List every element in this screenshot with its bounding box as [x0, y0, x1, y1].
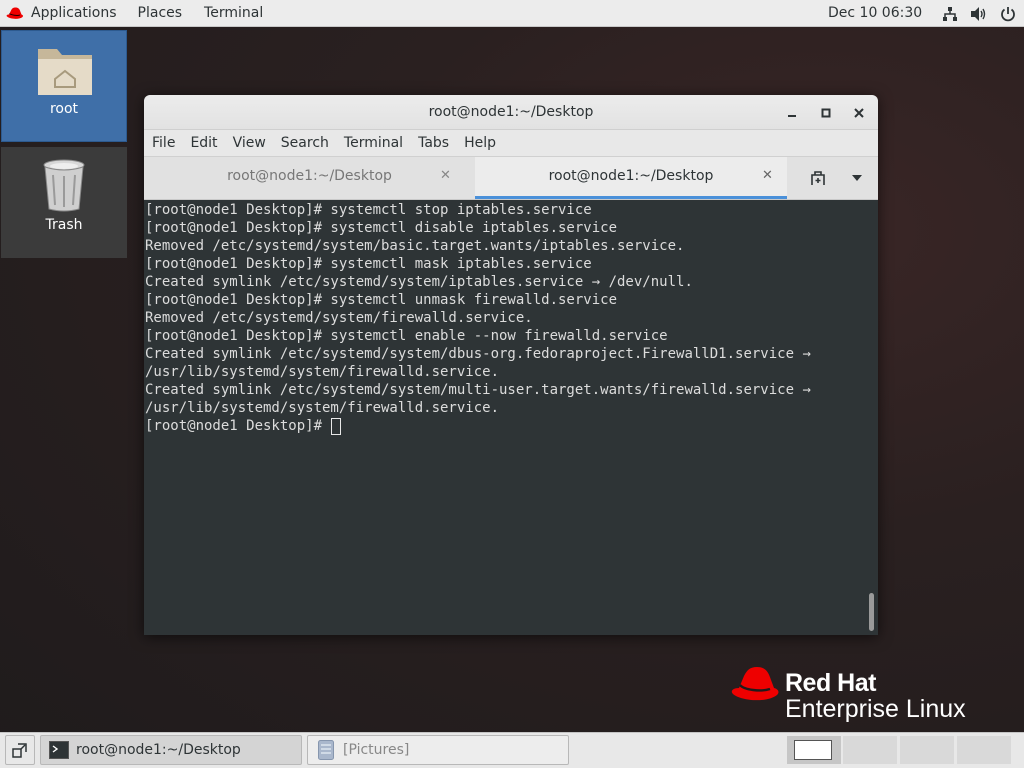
- redhat-logo-icon: [6, 7, 24, 19]
- tab-close-icon[interactable]: ✕: [440, 157, 451, 195]
- show-desktop-icon: [12, 743, 27, 758]
- brand-line-1: Red Hat: [785, 669, 876, 697]
- applications-label: Applications: [31, 5, 117, 21]
- trash-icon: [43, 159, 85, 212]
- output-line: [root@node1 Desktop]# systemctl mask ipt…: [145, 256, 592, 272]
- output-line: Removed /etc/systemd/system/firewalld.se…: [145, 310, 533, 326]
- terminal-icon: [49, 741, 69, 759]
- output-line: [root@node1 Desktop]# systemctl disable …: [145, 220, 618, 236]
- workspace-window-preview: [794, 740, 832, 760]
- output-line: [root@node1 Desktop]# systemctl enable -…: [145, 328, 668, 344]
- top-bar: Applications Places Terminal Dec 10 06:3…: [0, 0, 1024, 27]
- tab-label: root@node1:~/Desktop: [227, 168, 392, 184]
- output-line: [root@node1 Desktop]# systemctl unmask f…: [145, 292, 618, 308]
- taskbar-item-terminal[interactable]: root@node1:~/Desktop: [40, 735, 302, 765]
- tab-1[interactable]: root@node1:~/Desktop ✕: [144, 157, 475, 199]
- file-manager-icon: [318, 740, 334, 760]
- maximize-icon: [821, 108, 831, 117]
- menu-search[interactable]: Search: [281, 135, 329, 151]
- system-tray[interactable]: [942, 0, 1016, 27]
- terminal-window[interactable]: root@node1:~/Desktop File Edit View Sear…: [144, 95, 878, 635]
- new-tab-button[interactable]: [800, 157, 836, 199]
- volume-icon: [971, 6, 986, 21]
- terminal-output[interactable]: [root@node1 Desktop]# systemctl stop ipt…: [144, 200, 878, 635]
- tab-close-icon[interactable]: ✕: [762, 157, 773, 195]
- prompt: [root@node1 Desktop]#: [145, 418, 331, 434]
- menu-terminal[interactable]: Terminal: [344, 135, 403, 151]
- applications-menu[interactable]: Applications: [0, 0, 127, 27]
- output-line: Created symlink /etc/systemd/system/ipta…: [145, 274, 693, 290]
- workspace-4[interactable]: [957, 736, 1011, 764]
- redhat-logo-icon: [731, 667, 779, 701]
- show-desktop-button[interactable]: [5, 735, 35, 765]
- menu-bar: File Edit View Search Terminal Tabs Help: [144, 130, 878, 157]
- maximize-button[interactable]: [811, 95, 841, 130]
- network-icon: [943, 6, 957, 21]
- taskbar-item-label: [Pictures]: [343, 742, 410, 758]
- menu-help[interactable]: Help: [464, 135, 496, 151]
- window-titlebar[interactable]: root@node1:~/Desktop: [144, 95, 878, 130]
- window-title: root@node1:~/Desktop: [428, 104, 594, 120]
- close-icon: [854, 107, 864, 118]
- bottom-taskbar: root@node1:~/Desktop [Pictures]: [0, 732, 1024, 768]
- menu-view[interactable]: View: [233, 135, 266, 151]
- places-menu[interactable]: Places: [127, 5, 194, 21]
- brand-line-2: Enterprise Linux: [785, 695, 966, 723]
- minimize-button[interactable]: [777, 95, 807, 130]
- tab-label: root@node1:~/Desktop: [548, 168, 714, 184]
- power-icon: [1001, 6, 1015, 21]
- scrollbar[interactable]: [869, 593, 874, 631]
- desktop-icon-label: Trash: [45, 217, 83, 233]
- prompt-line[interactable]: [root@node1 Desktop]#: [145, 417, 878, 435]
- tabs-menu-button[interactable]: [841, 157, 873, 199]
- output-line: [root@node1 Desktop]# systemctl stop ipt…: [145, 202, 592, 218]
- output-line: Removed /etc/systemd/system/basic.target…: [145, 238, 685, 254]
- desktop-icon-root[interactable]: root: [1, 30, 127, 142]
- tab-2[interactable]: root@node1:~/Desktop ✕: [475, 157, 787, 199]
- terminal-app-menu[interactable]: Terminal: [193, 5, 274, 21]
- output-line: /usr/lib/systemd/system/firewalld.servic…: [145, 400, 500, 416]
- minimize-icon: [788, 114, 796, 117]
- taskbar-item-label: root@node1:~/Desktop: [76, 742, 241, 758]
- text-cursor: [331, 417, 342, 435]
- menu-file[interactable]: File: [152, 135, 175, 151]
- menu-tabs[interactable]: Tabs: [418, 135, 449, 151]
- output-line: /usr/lib/systemd/system/firewalld.servic…: [145, 364, 500, 380]
- new-tab-icon: [811, 171, 825, 185]
- workspace-1[interactable]: [787, 736, 841, 764]
- desktop-icon-label: root: [49, 101, 79, 117]
- clock[interactable]: Dec 10 06:30: [828, 0, 922, 27]
- workspace-3[interactable]: [900, 736, 954, 764]
- taskbar-item-pictures[interactable]: [Pictures]: [307, 735, 569, 765]
- workspace-2[interactable]: [843, 736, 897, 764]
- close-button[interactable]: [844, 95, 874, 130]
- output-line: Created symlink /etc/systemd/system/mult…: [145, 382, 811, 398]
- tab-bar: root@node1:~/Desktop ✕ root@node1:~/Desk…: [144, 157, 878, 200]
- output-line: Created symlink /etc/systemd/system/dbus…: [145, 346, 811, 362]
- home-folder-icon: [38, 49, 92, 95]
- chevron-down-icon: [852, 175, 862, 181]
- desktop-icon-trash[interactable]: Trash: [1, 147, 127, 258]
- menu-edit[interactable]: Edit: [190, 135, 217, 151]
